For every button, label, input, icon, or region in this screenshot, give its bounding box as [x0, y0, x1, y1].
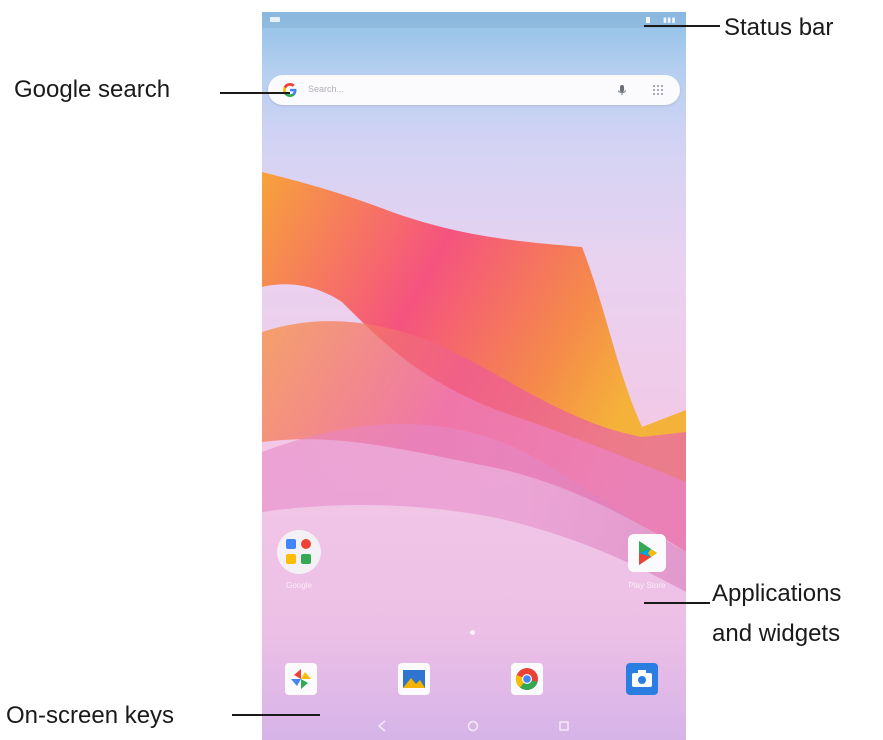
- home-key-icon[interactable]: [465, 718, 481, 734]
- label-applications: Applications: [712, 580, 842, 607]
- status-bar-leader-line: [644, 25, 720, 27]
- chrome-icon[interactable]: [510, 662, 544, 696]
- label-status-bar: Status bar: [724, 14, 834, 41]
- google-g-icon: [283, 83, 297, 97]
- google-search-bar[interactable]: Search...: [268, 75, 680, 105]
- page-indicator: [470, 630, 475, 635]
- app-label-play-store: Play Store: [628, 581, 666, 590]
- label-and-widgets: and widgets: [712, 620, 841, 647]
- status-bar: ▮▮▮: [262, 12, 686, 28]
- play-store-icon[interactable]: [626, 532, 668, 574]
- battery-icon: [646, 17, 650, 23]
- google-folder-icon[interactable]: [275, 528, 323, 576]
- on-screen-keys-leader-line: [232, 714, 320, 716]
- applications-leader-line: [644, 602, 710, 604]
- label-google-search: Google search: [14, 76, 171, 103]
- camera-icon[interactable]: [625, 662, 659, 696]
- google-search-leader-line: [220, 92, 290, 94]
- recents-key-icon[interactable]: [556, 718, 572, 734]
- label-on-screen-keys: On-screen keys: [6, 702, 175, 729]
- photos-icon[interactable]: [284, 662, 318, 696]
- app-grid-icon[interactable]: [651, 83, 665, 97]
- gallery-icon[interactable]: [397, 662, 431, 696]
- mic-icon[interactable]: [615, 83, 629, 97]
- app-label-google: Google: [286, 581, 312, 590]
- clock-indicator: ▮▮▮: [662, 17, 676, 24]
- back-key-icon[interactable]: [374, 718, 390, 734]
- home-screen: ▮▮▮ Search... Google Play Store: [262, 12, 686, 740]
- notification-icon: [270, 17, 280, 22]
- search-input[interactable]: Search...: [308, 84, 344, 94]
